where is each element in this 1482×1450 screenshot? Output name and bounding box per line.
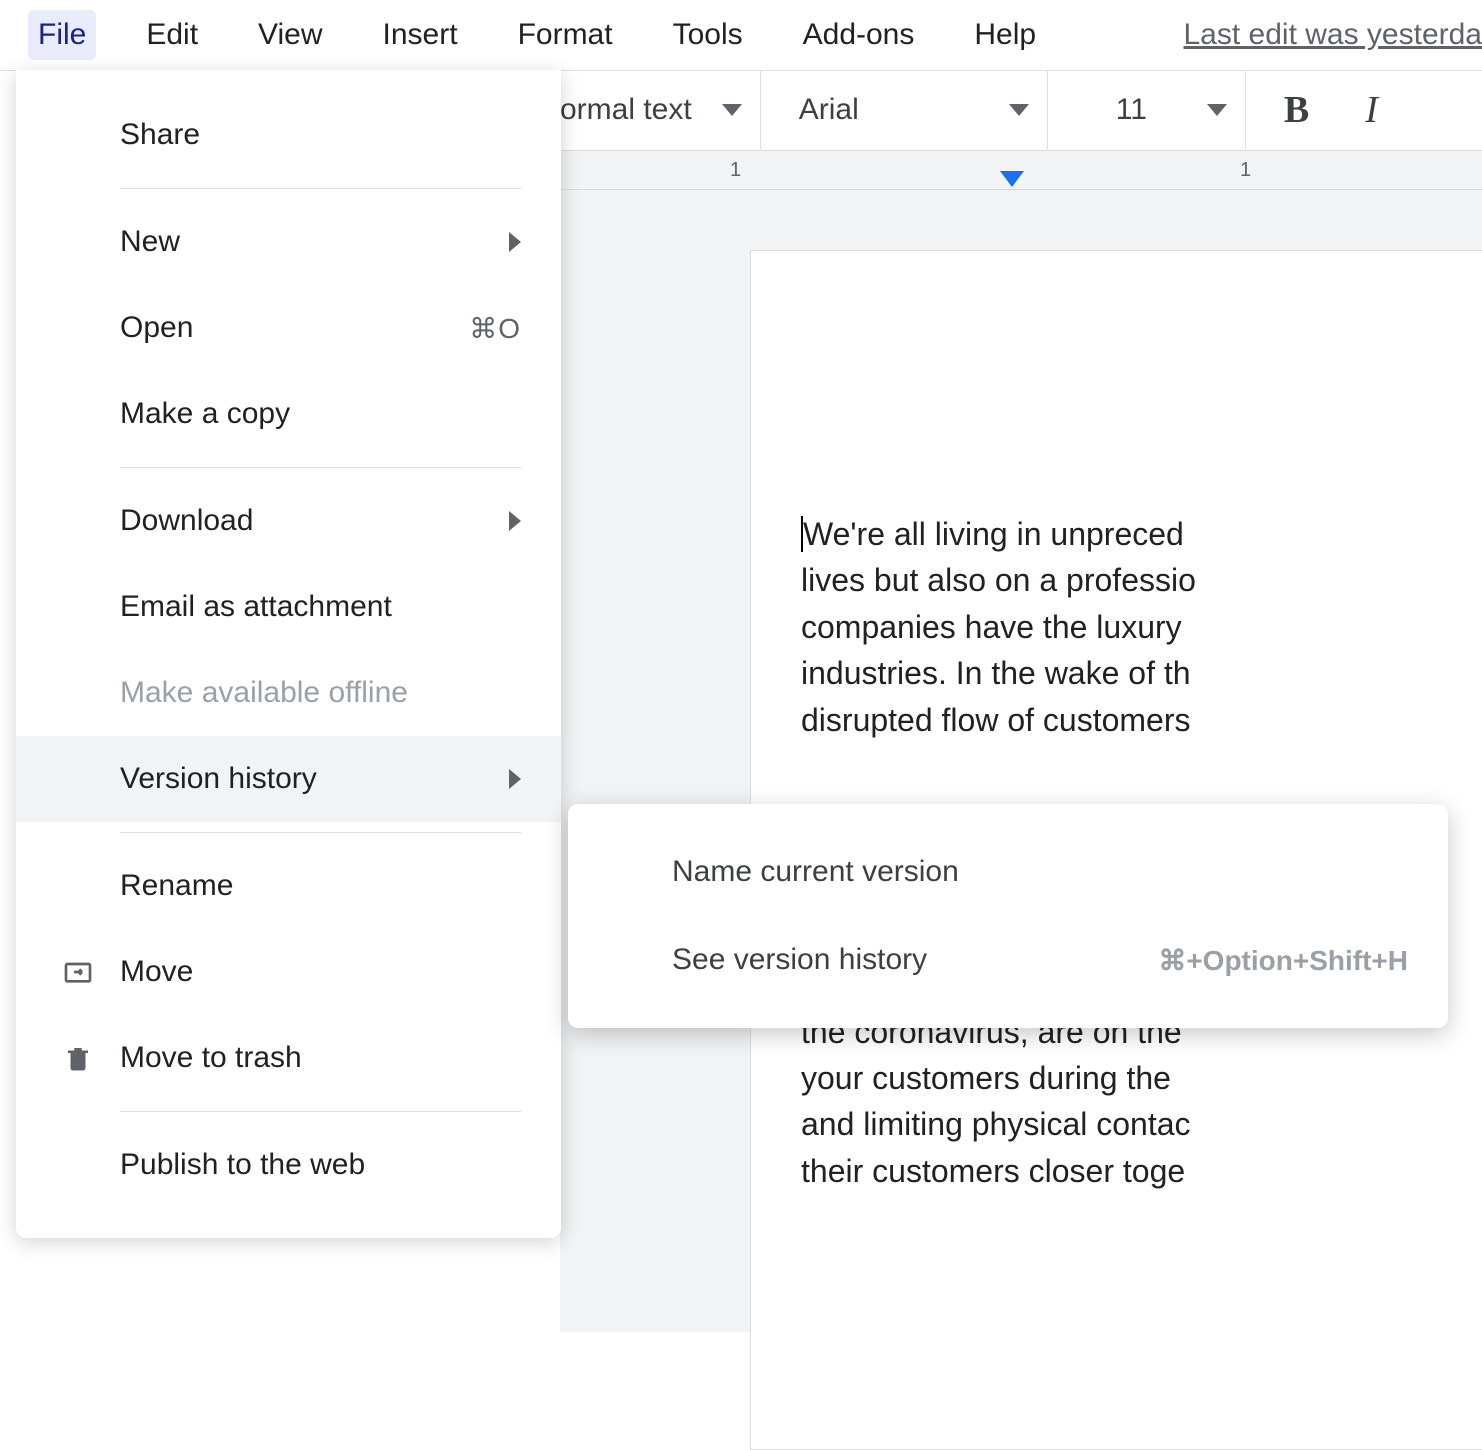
shortcut-label: ⌘O [469,312,521,345]
file-new[interactable]: New [16,199,561,285]
doc-line: We're all living in unpreced [801,511,1482,557]
bold-button[interactable]: B [1266,88,1327,132]
file-move[interactable]: Move [16,929,561,1015]
menu-label: Download [120,504,253,538]
ruler[interactable]: 1 1 [560,150,1482,190]
menu-label: Move to trash [120,1041,302,1075]
file-make-copy[interactable]: Make a copy [16,371,561,457]
chevron-right-icon [509,511,521,531]
menu-label: See version history [672,943,927,977]
menu-label: Publish to the web [120,1148,365,1182]
chevron-right-icon [509,232,521,252]
folder-move-icon [60,954,96,990]
menu-label: Make available offline [120,676,408,710]
doc-line: your customers during the [801,1055,1482,1101]
font-dropdown[interactable]: Arial [781,71,1048,149]
divider [120,832,521,833]
italic-button[interactable]: I [1347,88,1396,132]
file-share[interactable]: Share [16,92,561,178]
indent-marker-icon[interactable] [1000,171,1024,187]
name-current-version[interactable]: Name current version [568,828,1448,916]
menu-insert[interactable]: Insert [373,10,468,60]
trash-icon [60,1040,96,1076]
document-canvas: We're all living in unpreced lives but a… [560,190,1482,1332]
doc-line: companies have the luxury [801,604,1482,650]
menu-tools[interactable]: Tools [663,10,753,60]
shortcut-label: ⌘+Option+Shift+H [1158,944,1408,977]
doc-line: industries. In the wake of th [801,650,1482,696]
chevron-down-icon [1207,104,1227,116]
doc-line: and limiting physical contac [801,1101,1482,1147]
style-label: ormal text [560,93,692,127]
chevron-down-icon [722,104,742,116]
version-history-submenu: Name current version See version history… [568,804,1448,1028]
file-available-offline: Make available offline [16,650,561,736]
file-dropdown: Share New Open ⌘O Make a copy Download E… [16,70,561,1238]
chevron-right-icon [509,769,521,789]
ruler-tick: 1 [730,159,741,182]
menu-view[interactable]: View [248,10,332,60]
ruler-tick: 1 [1240,159,1251,182]
file-move-trash[interactable]: Move to trash [16,1015,561,1101]
divider [120,188,521,189]
chevron-down-icon [1009,104,1029,116]
fontsize-label: 11 [1086,93,1177,127]
menu-label: Name current version [672,855,959,889]
file-download[interactable]: Download [16,478,561,564]
doc-line: disrupted flow of customers [801,697,1482,743]
menu-format[interactable]: Format [508,10,623,60]
menu-label: New [120,225,180,259]
menu-label: Move [120,955,193,989]
file-publish-web[interactable]: Publish to the web [16,1122,561,1208]
doc-line: lives but also on a professio [801,557,1482,603]
menu-label: Version history [120,762,317,796]
menubar: File Edit View Insert Format Tools Add-o… [0,0,1482,70]
menu-addons[interactable]: Add-ons [793,10,925,60]
file-rename[interactable]: Rename [16,843,561,929]
doc-line: their customers closer toge [801,1148,1482,1194]
style-dropdown[interactable]: ormal text [560,71,761,149]
menu-label: Email as attachment [120,590,392,624]
see-version-history[interactable]: See version history ⌘+Option+Shift+H [568,916,1448,1004]
file-open[interactable]: Open ⌘O [16,285,561,371]
menu-file[interactable]: File [28,10,96,60]
menu-help[interactable]: Help [964,10,1046,60]
font-label: Arial [799,93,979,127]
menu-label: Rename [120,869,233,903]
menu-label: Make a copy [120,397,290,431]
fontsize-dropdown[interactable]: 11 [1068,71,1246,149]
menu-edit[interactable]: Edit [136,10,208,60]
divider [120,1111,521,1112]
file-email-attachment[interactable]: Email as attachment [16,564,561,650]
file-version-history[interactable]: Version history [16,736,561,822]
menu-label: Open [120,311,193,345]
divider [120,467,521,468]
last-edit-link[interactable]: Last edit was yesterda [1184,18,1482,52]
menu-label: Share [120,118,200,152]
